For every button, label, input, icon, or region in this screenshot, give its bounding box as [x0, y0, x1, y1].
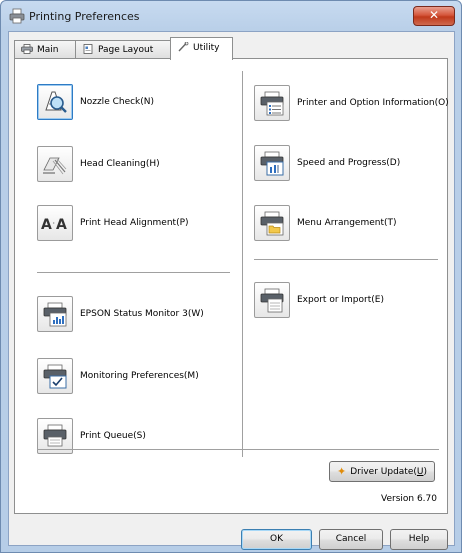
- speed-progress-label: Speed and Progress(D): [297, 158, 401, 168]
- print-head-alignment-label: Print Head Alignment(P): [80, 218, 189, 228]
- export-import-label: Export or Import(E): [297, 295, 384, 305]
- head-cleaning-button[interactable]: [37, 146, 73, 182]
- help-button[interactable]: Help: [390, 529, 448, 550]
- column-divider: [242, 71, 243, 457]
- printer-info-icon: [260, 91, 284, 116]
- printer-info-button[interactable]: [254, 85, 290, 121]
- monitoring-preferences-item[interactable]: Monitoring Preferences(M): [37, 358, 199, 394]
- print-head-alignment-item[interactable]: A · A Print Head Alignment(P): [37, 205, 189, 241]
- menu-arrangement-icon: [260, 211, 284, 236]
- svg-text:·: ·: [53, 219, 56, 228]
- page-layout-tab-icon: [83, 43, 93, 54]
- printer-icon: [9, 8, 25, 24]
- tab-utility-label: Utility: [193, 43, 220, 53]
- svg-text:A: A: [41, 217, 52, 233]
- print-queue-icon: [43, 424, 67, 447]
- status-monitor-icon: [43, 302, 67, 327]
- driver-update-button[interactable]: ✦ Driver Update(U): [329, 461, 435, 482]
- ok-button[interactable]: OK: [241, 529, 312, 550]
- menu-arrangement-button[interactable]: [254, 205, 290, 241]
- status-monitor-label: EPSON Status Monitor 3(W): [80, 309, 204, 319]
- nozzle-check-label: Nozzle Check(N): [80, 97, 155, 107]
- printing-preferences-window: Printing Preferences ✕ Main Page Layout: [0, 0, 462, 553]
- svg-text:A: A: [56, 217, 67, 233]
- nozzle-check-item[interactable]: Nozzle Check(N): [37, 84, 154, 120]
- bottom-divider: [37, 449, 439, 450]
- head-cleaning-icon: [43, 157, 67, 175]
- tab-utility[interactable]: Utility: [170, 37, 233, 60]
- print-queue-label: Print Queue(S): [80, 431, 146, 441]
- version-text: Version 6.70: [381, 494, 437, 504]
- status-monitor-button[interactable]: [37, 296, 73, 332]
- status-monitor-item[interactable]: EPSON Status Monitor 3(W): [37, 296, 204, 332]
- monitoring-preferences-label: Monitoring Preferences(M): [80, 371, 199, 381]
- left-divider: [37, 272, 230, 273]
- tab-main[interactable]: Main: [14, 40, 76, 59]
- menu-arrangement-item[interactable]: Menu Arrangement(T): [254, 205, 397, 241]
- window-title: Printing Preferences: [29, 10, 140, 23]
- cancel-button[interactable]: Cancel: [319, 529, 383, 550]
- tab-main-label: Main: [37, 45, 59, 55]
- nozzle-check-button[interactable]: [37, 84, 73, 120]
- speed-progress-item[interactable]: Speed and Progress(D): [254, 145, 400, 181]
- head-cleaning-item[interactable]: Head Cleaning(H): [37, 146, 160, 182]
- utility-panel: Nozzle Check(N) Head Cleaning(H) A · A P…: [14, 58, 449, 514]
- print-head-alignment-button[interactable]: A · A: [37, 205, 73, 241]
- printer-tab-icon: [21, 43, 33, 54]
- tab-page-layout-label: Page Layout: [98, 45, 154, 55]
- monitoring-preferences-icon: [43, 364, 67, 389]
- right-divider: [254, 259, 438, 260]
- title-bar[interactable]: Printing Preferences ✕: [1, 1, 461, 31]
- export-import-icon: [260, 288, 284, 313]
- speed-progress-icon: [260, 151, 284, 176]
- head-cleaning-label: Head Cleaning(H): [80, 159, 160, 169]
- dialog-client: Main Page Layout Utility Nozzle Check(N)…: [8, 31, 455, 550]
- export-import-button[interactable]: [254, 282, 290, 318]
- nozzle-check-icon: [45, 91, 67, 113]
- driver-update-label: Driver Update(U): [350, 466, 427, 477]
- update-star-icon: ✦: [337, 465, 347, 478]
- wrench-tab-icon: [178, 41, 189, 51]
- printer-info-label: Printer and Option Information(O): [297, 98, 449, 108]
- menu-arrangement-label: Menu Arrangement(T): [297, 218, 397, 228]
- printer-info-item[interactable]: Printer and Option Information(O): [254, 85, 449, 121]
- print-head-alignment-icon: A · A: [41, 217, 67, 233]
- monitoring-preferences-button[interactable]: [37, 358, 73, 394]
- speed-progress-button[interactable]: [254, 145, 290, 181]
- tab-page-layout[interactable]: Page Layout: [75, 40, 171, 59]
- close-button[interactable]: ✕: [413, 6, 455, 26]
- close-icon: ✕: [428, 8, 440, 22]
- export-import-item[interactable]: Export or Import(E): [254, 282, 384, 318]
